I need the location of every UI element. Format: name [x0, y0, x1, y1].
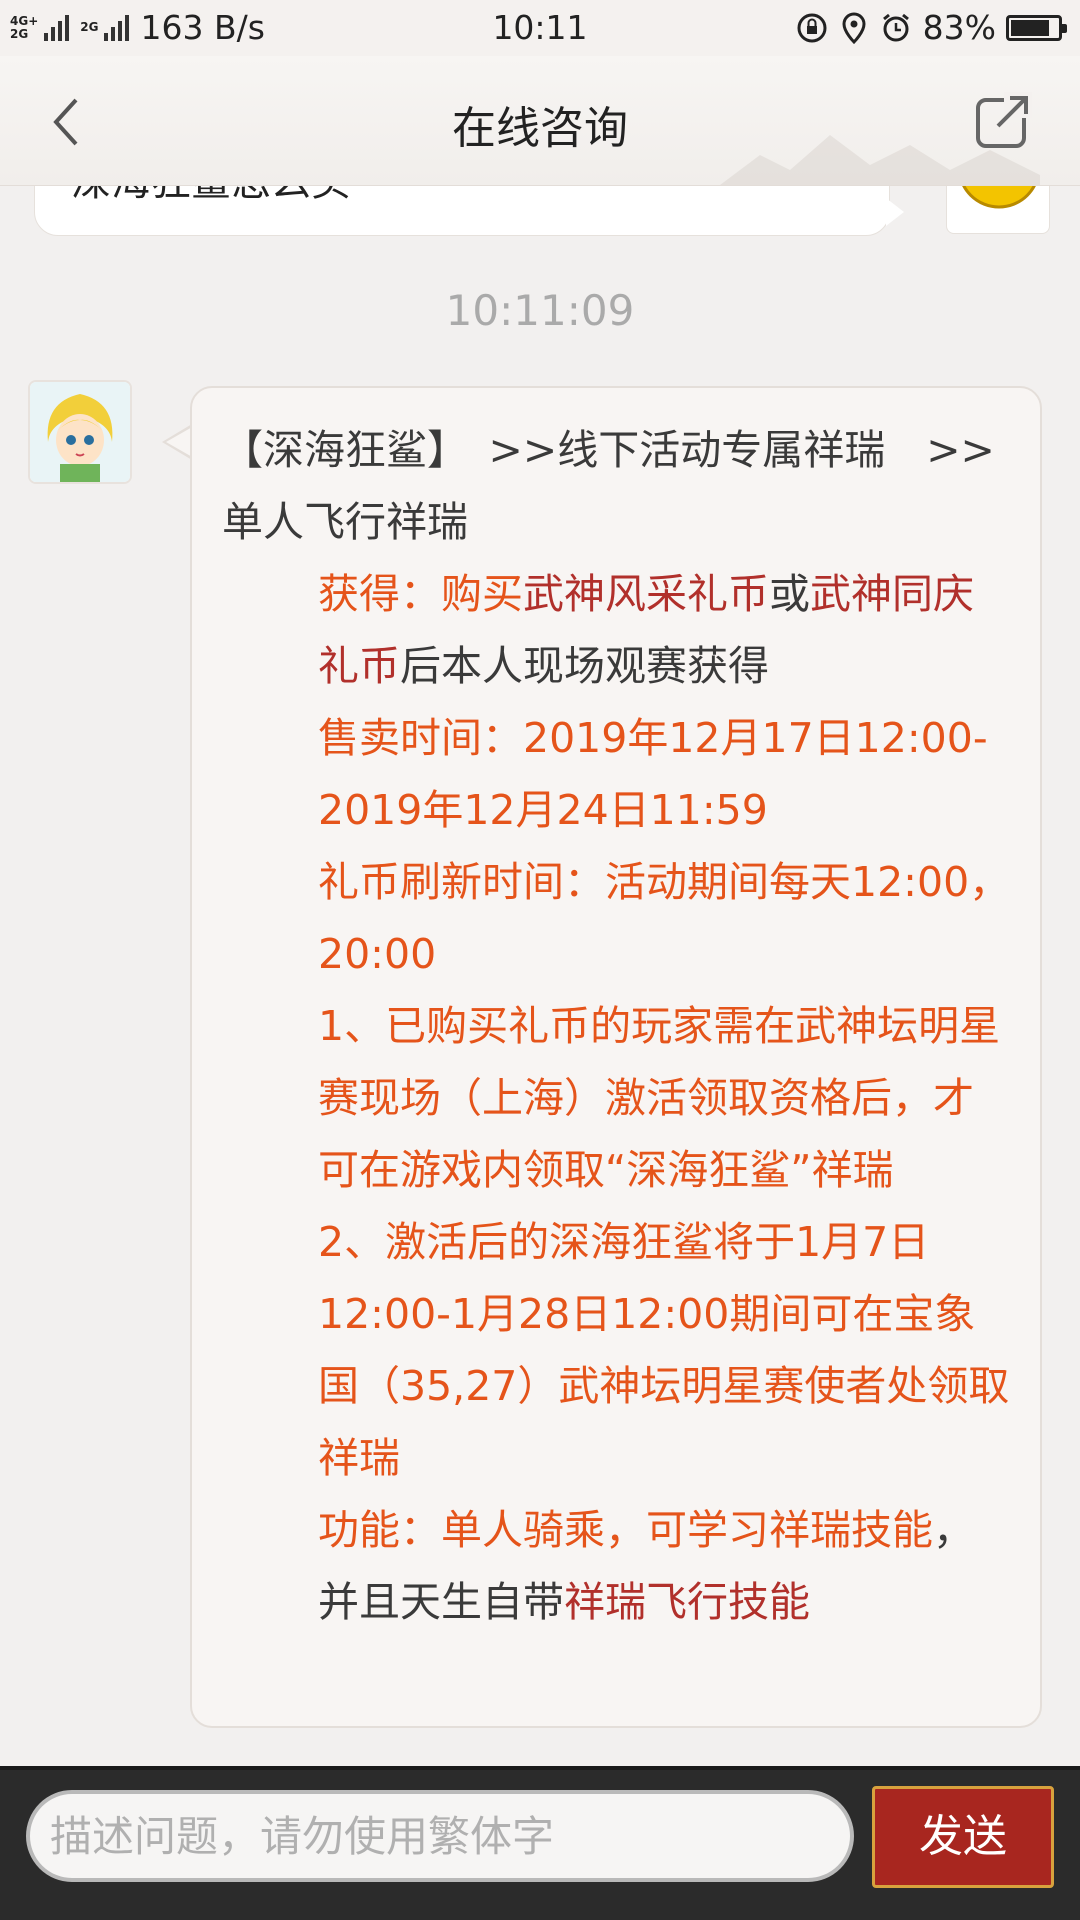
previous-bubble-tail	[886, 198, 904, 226]
obtain-rest: 后本人现场观赛获得	[400, 642, 769, 690]
obtain-label: 获得：	[318, 570, 441, 618]
cartoon-girl-avatar-icon	[30, 382, 130, 482]
battery-icon	[1006, 14, 1067, 41]
reply-heading: 【深海狂鲨】 >>线下活动专属祥瑞 >>单人飞行祥瑞	[222, 414, 1014, 558]
function-label: 功能：	[318, 1506, 441, 1554]
reply-note-2: 2、激活后的深海狂鲨将于1月7日12:00-1月28日12:00期间可在宝象国（…	[318, 1218, 1010, 1482]
function-fly-skill: 祥瑞飞行技能	[564, 1578, 810, 1626]
reply-title: 【深海狂鲨】	[222, 426, 448, 474]
obtain-or: 或	[769, 570, 810, 618]
smiley-avatar-icon	[962, 186, 1036, 209]
share-icon	[976, 92, 1032, 148]
service-reply-bubble: 【深海狂鲨】 >>线下活动专属祥瑞 >>单人飞行祥瑞 获得：购买武神风采礼币或武…	[190, 386, 1042, 1728]
reply-function: 功能：单人骑乘，可学习祥瑞技能，并且天生自带祥瑞飞行技能	[222, 1494, 1014, 1638]
battery-fill	[1011, 19, 1050, 36]
reply-obtain: 获得：购买武神风采礼币或武神同庆礼币后本人现场观赛获得	[222, 558, 1014, 702]
message-input[interactable]	[26, 1790, 854, 1882]
input-bar: 发送	[0, 1766, 1080, 1920]
status-bar: 4G+ 2G 2G 163 B/s 10:11 83%	[0, 0, 1080, 56]
previous-user-message: 深海狂鲨怎么买	[34, 186, 890, 236]
battery-percent: 83%	[922, 8, 996, 47]
obtain-buy: 购买	[441, 570, 523, 618]
share-button[interactable]	[974, 92, 1032, 150]
chat-area[interactable]: 深海狂鲨怎么买 10:11:09 【深海狂鲨】	[0, 186, 1080, 1766]
header: 在线咨询	[0, 56, 1080, 186]
obtain-coin-1: 武神风采礼币	[523, 570, 769, 618]
user-avatar[interactable]	[946, 186, 1050, 234]
previous-message-text: 深海狂鲨怎么买	[71, 186, 351, 207]
service-avatar[interactable]	[28, 380, 132, 484]
rotation-lock-icon	[795, 11, 829, 45]
send-button[interactable]: 发送	[872, 1786, 1054, 1888]
location-icon	[837, 11, 871, 45]
message-timestamp: 10:11:09	[445, 286, 635, 335]
reply-refresh-time: 礼币刷新时间：活动期间每天12:00，20:00	[318, 858, 1011, 978]
page: 4G+ 2G 2G 163 B/s 10:11 83% 在线咨询 10:11:0…	[0, 0, 1080, 1920]
function-ride: 单人骑乘，可学习祥瑞技能	[441, 1506, 933, 1554]
reply-sale-time: 售卖时间：2019年12月17日12:00-2019年12月24日11:59	[318, 714, 988, 834]
alarm-icon	[879, 11, 913, 45]
reply-note-1: 1、已购买礼币的玩家需在武神坛明星赛现场（上海）激活领取资格后，才可在游戏内领取…	[318, 1002, 1001, 1194]
status-right: 83%	[787, 8, 1067, 47]
